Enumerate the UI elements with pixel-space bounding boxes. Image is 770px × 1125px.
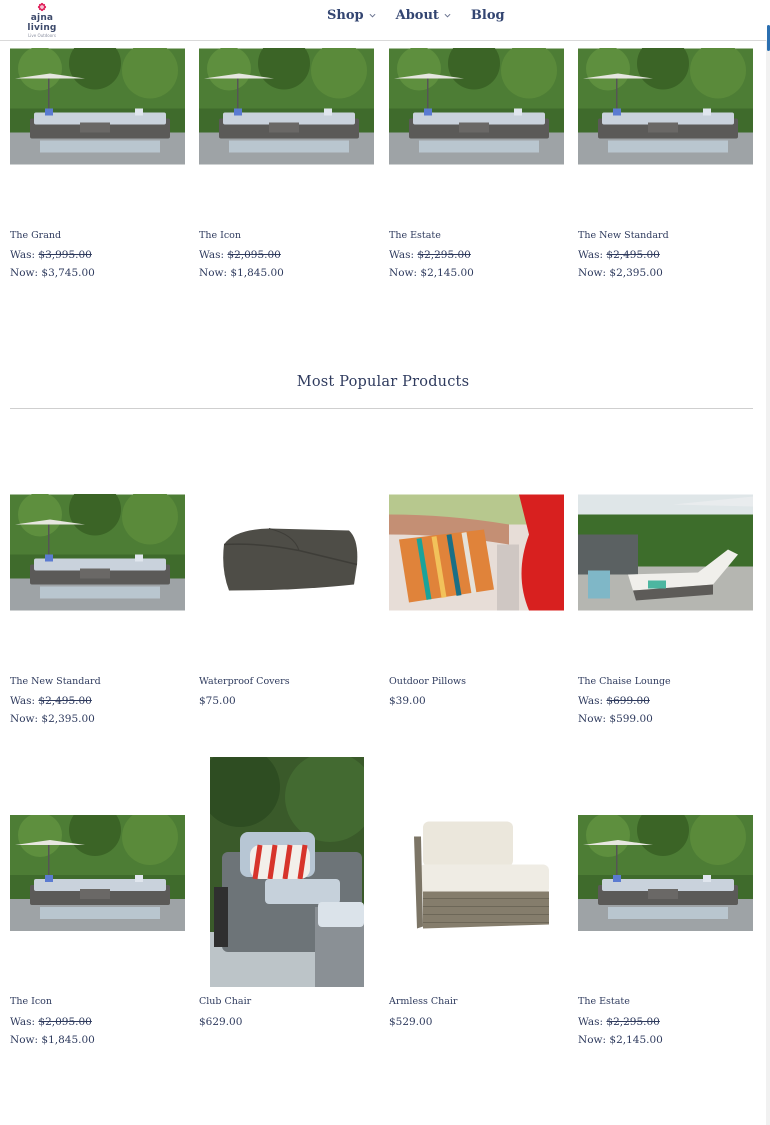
product-image[interactable] [210,757,364,987]
product-image[interactable] [199,48,374,165]
nav-about[interactable]: About [396,8,451,23]
product-image[interactable] [10,494,185,611]
product-card-the-new-standard[interactable]: The New Standard Was: $2,495.00 Now: $2,… [578,48,753,288]
nav-shop-label: Shop [327,8,364,23]
product-image[interactable] [389,494,564,611]
main-nav: Shop About Blog [327,8,525,23]
brand-logo[interactable]: ajna living Live Outdoors [16,2,68,38]
product-card-armless-chair[interactable]: Armless Chair $529.00 [389,757,564,1057]
product-card-the-chaise-lounge[interactable]: The Chaise Lounge Was: $699.00 Now: $599… [578,494,753,734]
product-grid-top: The Grand Was: $3,995.00 Now: $3,745.00 … [10,48,753,288]
logo-text: ajna living [27,13,57,33]
price-now: Now: $3,745.00 [10,267,95,279]
patio-sectional-image [199,48,374,165]
product-name[interactable]: The New Standard [578,230,669,241]
product-image[interactable] [389,812,564,937]
chaise-lounge-image [578,494,753,611]
product-card-the-estate[interactable]: The Estate Was: $2,295.00 Now: $2,145.00 [389,48,564,288]
striped-pillow-image [389,494,564,611]
price-was: Was: $2,295.00 [389,249,471,261]
nav-shop[interactable]: Shop [327,8,376,23]
product-card-the-estate[interactable]: The Estate Was: $2,295.00 Now: $2,145.00 [578,757,753,1057]
product-name[interactable]: Waterproof Covers [199,676,290,687]
product-name[interactable]: The Chaise Lounge [578,676,671,687]
price-was: Was: $2,295.00 [578,1016,660,1028]
site-header: ajna living Live Outdoors Shop About Blo… [0,0,766,41]
product-card-club-chair[interactable]: Club Chair $629.00 [199,757,374,1057]
product-image[interactable] [389,48,564,165]
patio-sectional-image [578,48,753,165]
price-was: Was: $2,095.00 [199,249,281,261]
club-chair-image [210,757,364,987]
product-name[interactable]: Armless Chair [389,996,457,1007]
nav-blog[interactable]: Blog [471,8,505,23]
price-now: Now: $1,845.00 [199,267,284,279]
product-name[interactable]: Outdoor Pillows [389,676,466,687]
price-now: Now: $2,395.00 [10,713,95,725]
patio-sectional-image [10,48,185,165]
price: $75.00 [199,695,236,707]
product-card-the-icon[interactable]: The Icon Was: $2,095.00 Now: $1,845.00 [10,757,185,1057]
price-was: Was: $2,495.00 [10,695,92,707]
product-name[interactable]: The Grand [10,230,61,241]
flower-icon [37,2,47,12]
product-name[interactable]: The Estate [578,996,630,1007]
product-card-the-new-standard[interactable]: The New Standard Was: $2,495.00 Now: $2,… [10,494,185,734]
price: $39.00 [389,695,426,707]
nav-about-label: About [395,8,439,23]
nav-blog-label: Blog [470,8,505,23]
scrollbar[interactable] [766,40,770,1125]
price-now: Now: $1,845.00 [10,1034,95,1046]
price-now: Now: $2,145.00 [578,1034,663,1046]
product-image[interactable] [578,494,753,611]
patio-sectional-image [10,815,185,931]
price-now: Now: $2,395.00 [578,267,663,279]
product-name[interactable]: The Icon [199,230,241,241]
product-card-the-grand[interactable]: The Grand Was: $3,995.00 Now: $3,745.00 [10,48,185,288]
price-now: Now: $599.00 [578,713,653,725]
chevron-down-icon [444,13,451,18]
price-now: Now: $2,145.00 [389,267,474,279]
price: $629.00 [199,1016,243,1028]
product-name[interactable]: Club Chair [199,996,251,1007]
patio-sectional-image [389,48,564,165]
patio-sectional-image [578,815,753,931]
section-divider [10,408,753,409]
price: $529.00 [389,1016,433,1028]
armless-chair-image [389,812,564,937]
logo-tagline: Live Outdoors [28,33,56,38]
product-grid-popular-row2: The Icon Was: $2,095.00 Now: $1,845.00 C… [10,757,753,1057]
product-card-outdoor-pillows[interactable]: Outdoor Pillows $39.00 [389,494,564,734]
product-image[interactable] [10,815,185,931]
product-image[interactable] [578,815,753,931]
product-name[interactable]: The Estate [389,230,441,241]
price-was: Was: $2,495.00 [578,249,660,261]
patio-sectional-image [10,494,185,611]
product-grid-popular-row1: The New Standard Was: $2,495.00 Now: $2,… [10,494,753,734]
price-was: Was: $3,995.00 [10,249,92,261]
product-image[interactable] [10,48,185,165]
section-title-popular: Most Popular Products [296,374,470,390]
product-card-the-icon[interactable]: The Icon Was: $2,095.00 Now: $1,845.00 [199,48,374,288]
chevron-down-icon [369,13,376,18]
product-card-waterproof-covers[interactable]: Waterproof Covers $75.00 [199,494,374,734]
product-name[interactable]: The New Standard [10,676,101,687]
price-was: Was: $2,095.00 [10,1016,92,1028]
furniture-cover-image [199,494,374,611]
product-image[interactable] [199,494,374,611]
product-name[interactable]: The Icon [10,996,52,1007]
product-image[interactable] [578,48,753,165]
price-was: Was: $699.00 [578,695,650,707]
